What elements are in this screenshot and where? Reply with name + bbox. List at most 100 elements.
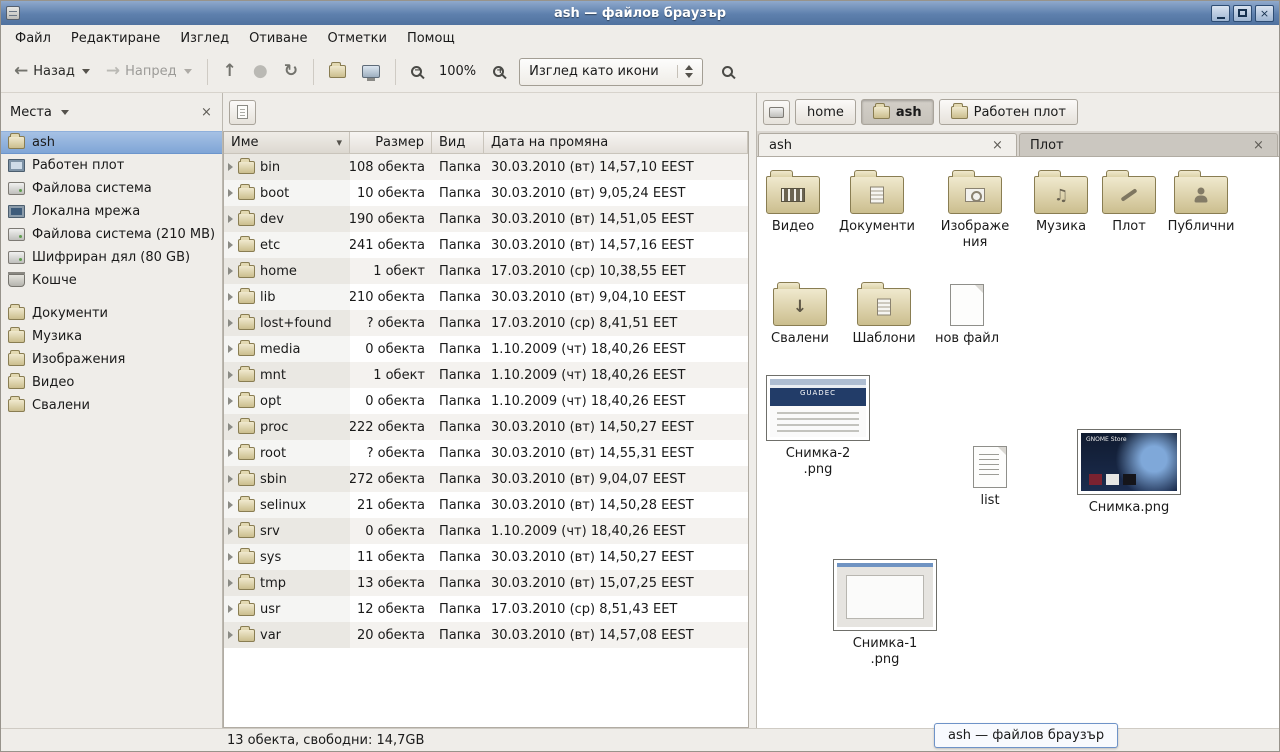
close-button[interactable]: × (1255, 5, 1274, 22)
icon-view-item[interactable]: нов файл (925, 281, 1009, 347)
icon-view-item[interactable]: Шаблони (842, 281, 926, 347)
root-location-button[interactable] (763, 100, 790, 125)
sidebar-selector-chevron-icon[interactable] (61, 110, 69, 115)
file-row[interactable]: opt 0 обекта Папка 1.10.2009 (чт) 18,40,… (224, 388, 748, 414)
expander-icon[interactable] (228, 605, 233, 613)
titlebar[interactable]: ash — файлов браузър × (1, 1, 1279, 25)
expander-icon[interactable] (228, 371, 233, 379)
icon-view-item[interactable]: GNOME Store Снимка.png (1074, 429, 1184, 516)
expander-icon[interactable] (228, 423, 233, 431)
icon-view-item[interactable]: Свалени (758, 281, 842, 347)
home-button[interactable] (322, 56, 353, 88)
file-row[interactable]: dev 190 обекта Папка 30.03.2010 (вт) 14,… (224, 206, 748, 232)
folder-icon (238, 369, 255, 382)
file-row[interactable]: home 1 обект Папка 17.03.2010 (ср) 10,38… (224, 258, 748, 284)
file-row[interactable]: usr 12 обекта Папка 17.03.2010 (ср) 8,51… (224, 596, 748, 622)
column-header-name[interactable]: Име ▾ (224, 132, 350, 154)
column-header-type[interactable]: Вид (432, 132, 484, 154)
tab[interactable]: ash × (758, 133, 1017, 156)
icon-view-item[interactable]: Документи (835, 169, 919, 235)
reload-button[interactable]: ↻ (277, 56, 305, 88)
expander-icon[interactable] (228, 319, 233, 327)
tab-close-button[interactable]: × (1250, 137, 1267, 154)
file-row[interactable]: bin 108 обекта Папка 30.03.2010 (вт) 14,… (224, 154, 748, 180)
computer-button[interactable] (355, 56, 387, 88)
tab[interactable]: Плот × (1019, 133, 1278, 156)
sidebar-place-item[interactable]: Работен плот (1, 154, 222, 177)
file-row[interactable]: selinux 21 обекта Папка 30.03.2010 (вт) … (224, 492, 748, 518)
zoom-out-button[interactable]: − (404, 56, 429, 88)
expander-icon[interactable] (228, 189, 233, 197)
up-button[interactable]: ↑ (216, 56, 244, 88)
menu-item[interactable]: Помощ (397, 28, 465, 49)
sidebar-place-item[interactable]: Музика (1, 325, 222, 348)
column-header-date[interactable]: Дата на промяна (484, 132, 748, 154)
zoom-in-button[interactable]: + (486, 56, 511, 88)
expander-icon[interactable] (228, 553, 233, 561)
column-header-size[interactable]: Размер (350, 132, 432, 154)
file-row[interactable]: srv 0 обекта Папка 1.10.2009 (чт) 18,40,… (224, 518, 748, 544)
sidebar-place-item[interactable]: Локална мрежа (1, 200, 222, 223)
icon-view-item[interactable]: Снимка-1.png (830, 559, 940, 669)
view-mode-select[interactable]: Изглед като икони (519, 58, 703, 86)
search-button[interactable] (715, 56, 740, 88)
expander-icon[interactable] (228, 345, 233, 353)
icon-view-item[interactable]: GUADEC Снимка-2.png (763, 375, 873, 479)
folder-icon (238, 525, 255, 538)
file-row[interactable]: proc 222 обекта Папка 30.03.2010 (вт) 14… (224, 414, 748, 440)
menu-item[interactable]: Отметки (317, 28, 396, 49)
icon-view-item[interactable]: Видео (757, 169, 835, 235)
sidebar-place-item[interactable]: Файлова система (1, 177, 222, 200)
menu-item[interactable]: Файл (5, 28, 61, 49)
icon-view-item[interactable]: Публични (1159, 169, 1243, 235)
expander-icon[interactable] (228, 267, 233, 275)
expander-icon[interactable] (228, 579, 233, 587)
minimize-button[interactable] (1211, 5, 1230, 22)
sidebar-title[interactable]: Места (10, 105, 52, 120)
sidebar-place-item[interactable]: Свалени (1, 394, 222, 417)
expander-icon[interactable] (228, 501, 233, 509)
sidebar-place-item[interactable]: Файлова система (210 MB) (1, 223, 222, 246)
file-row[interactable]: sbin 272 обекта Папка 30.03.2010 (вт) 9,… (224, 466, 748, 492)
menu-item[interactable]: Редактиране (61, 28, 170, 49)
expander-icon[interactable] (228, 163, 233, 171)
back-button[interactable]: ← Назад (7, 56, 97, 88)
tab-close-button[interactable]: × (989, 137, 1006, 154)
file-row[interactable]: var 20 обекта Папка 30.03.2010 (вт) 14,5… (224, 622, 748, 648)
stop-button[interactable]: ● (246, 56, 275, 88)
file-row[interactable]: media 0 обекта Папка 1.10.2009 (чт) 18,4… (224, 336, 748, 362)
file-row[interactable]: mnt 1 обект Папка 1.10.2009 (чт) 18,40,2… (224, 362, 748, 388)
icon-view-item[interactable]: Изображения (933, 169, 1017, 252)
expander-icon[interactable] (228, 397, 233, 405)
expander-icon[interactable] (228, 293, 233, 301)
forward-button[interactable]: → Напред (99, 56, 199, 88)
sidebar-place-item[interactable]: Документи (1, 302, 222, 325)
sidebar-place-item[interactable]: ash (1, 131, 222, 154)
path-segment-button[interactable]: Работен плот (939, 99, 1078, 125)
file-row[interactable]: sys 11 обекта Папка 30.03.2010 (вт) 14,5… (224, 544, 748, 570)
menu-item[interactable]: Изглед (170, 28, 239, 49)
expander-icon[interactable] (228, 527, 233, 535)
expander-icon[interactable] (228, 215, 233, 223)
file-row[interactable]: boot 10 обекта Папка 30.03.2010 (вт) 9,0… (224, 180, 748, 206)
icon-view-item[interactable]: list (948, 443, 1032, 509)
path-segment-button[interactable]: home (795, 99, 856, 125)
pane-location-button[interactable] (229, 100, 256, 125)
expander-icon[interactable] (228, 449, 233, 457)
file-row[interactable]: etc 241 обекта Папка 30.03.2010 (вт) 14,… (224, 232, 748, 258)
menu-item[interactable]: Отиване (239, 28, 317, 49)
expander-icon[interactable] (228, 631, 233, 639)
expander-icon[interactable] (228, 241, 233, 249)
sidebar-place-item[interactable]: Шифриран дял (80 GB) (1, 246, 222, 269)
sidebar-place-item[interactable]: Изображения (1, 348, 222, 371)
file-row[interactable]: tmp 13 обекта Папка 30.03.2010 (вт) 15,0… (224, 570, 748, 596)
maximize-button[interactable] (1233, 5, 1252, 22)
path-segment-button[interactable]: ash (861, 99, 934, 125)
sidebar-place-item[interactable]: Видео (1, 371, 222, 394)
file-row[interactable]: lost+found ? обекта Папка 17.03.2010 (ср… (224, 310, 748, 336)
sidebar-place-item[interactable]: Кошче (1, 269, 222, 292)
file-row[interactable]: root ? обекта Папка 30.03.2010 (вт) 14,5… (224, 440, 748, 466)
expander-icon[interactable] (228, 475, 233, 483)
file-row[interactable]: lib 210 обекта Папка 30.03.2010 (вт) 9,0… (224, 284, 748, 310)
sidebar-close-button[interactable]: × (198, 104, 215, 121)
